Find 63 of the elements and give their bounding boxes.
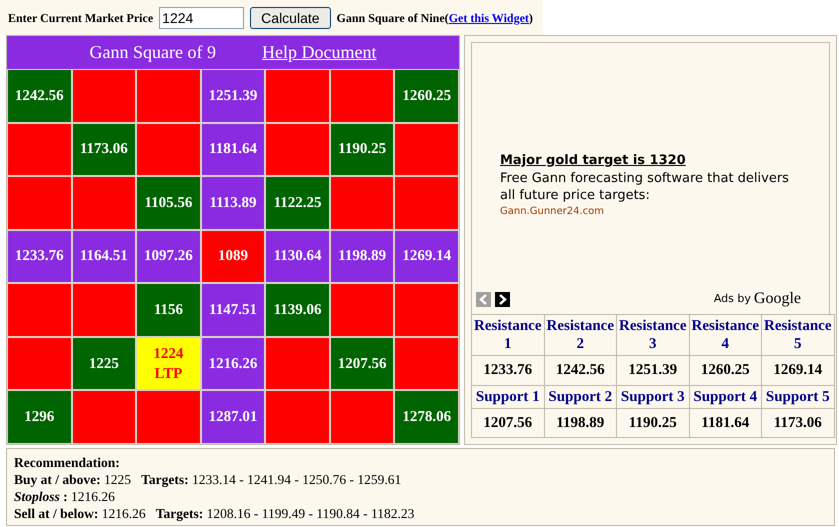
square-cell: 1233.76 (8, 230, 71, 282)
square-cell: 1139.06 (266, 284, 329, 336)
ads-by-label: Ads by (714, 290, 751, 307)
square-cell: 1190.25 (330, 124, 394, 176)
ad-url[interactable]: Gann.Gunner24.com (500, 204, 801, 220)
square-cell: 1173.06 (72, 124, 136, 176)
square-cell: 1287.01 (202, 391, 264, 443)
square-cell: 1278.06 (395, 391, 458, 443)
support-header: Support 2 (544, 385, 616, 408)
calculate-button[interactable]: Calculate (250, 6, 331, 28)
square-cell: 1130.64 (266, 230, 329, 282)
support-value: 1198.89 (544, 408, 616, 438)
square-cell: 1122.25 (266, 177, 329, 229)
resistance-value: 1251.39 (616, 356, 689, 385)
recommendation-line: Sell at / below: 1216.26 Targets: 1208.16 - 1199.49 - 1190.84 - 1182.23 (14, 505, 416, 522)
square-cell: 1164.51 (72, 230, 136, 282)
square-cell: 1296 (8, 391, 71, 443)
square-cell: 1260.25 (395, 70, 458, 122)
square-cell: 1147.51 (202, 284, 264, 336)
square-cell: 1225 (72, 338, 136, 390)
next-icon[interactable] (495, 292, 510, 306)
support-header: Support 3 (616, 385, 689, 408)
support-value: 1173.06 (762, 408, 834, 438)
recommendation-line: Stoploss : 1216.26 (14, 488, 116, 505)
support-header: Support 4 (689, 385, 762, 408)
square-cell: 1198.89 (330, 230, 394, 282)
square-cell: 1156 (137, 284, 200, 336)
ad-headline[interactable]: Major gold target is 1320 (500, 150, 801, 170)
google-logo: Google (754, 289, 801, 309)
square-cell: 1181.64 (202, 124, 264, 176)
support-value: 1181.64 (689, 408, 762, 438)
resistance-value: 1242.56 (544, 356, 616, 385)
resistance-header: Resistance 3 (616, 314, 689, 356)
support-header: Support 1 (472, 385, 544, 408)
ad-text: Free Gann forecasting software that delivers all future price targets: (500, 170, 790, 204)
square-title: Gann Square of 9 (90, 41, 216, 64)
square-cell: 1269.14 (395, 230, 458, 282)
square-cell: 1251.39 (202, 70, 264, 122)
recommendation-line: Buy at / above: 1225 Targets: 1233.14 - 1241.94 - 1250.76 - 1259.61 (14, 471, 402, 488)
square-cell: 1216.26 (202, 338, 264, 390)
resistance-header: Resistance 1 (472, 314, 544, 356)
square-cell: 1105.56 (137, 177, 200, 229)
resistance-header: Resistance 4 (689, 314, 762, 356)
resistance-header: Resistance 2 (544, 314, 616, 356)
support-header: Support 5 (762, 385, 834, 408)
support-value: 1207.56 (472, 408, 544, 438)
price-label: Enter Current Market Price (8, 10, 154, 26)
resistance-value: 1269.14 (762, 356, 834, 385)
square-cell: 1097.26 (137, 230, 200, 282)
square-cell: 1242.56 (8, 70, 71, 122)
price-field[interactable]: 1224 (159, 6, 244, 28)
square-cell: 1113.89 (202, 177, 264, 229)
support-value: 1190.25 (616, 408, 689, 438)
square-cell: 1089 (202, 230, 264, 282)
help-link[interactable]: Help Document (262, 39, 376, 66)
resistance-value: 1260.25 (689, 356, 762, 385)
widget-title: Gann Square of Nine(Get this Widget) (336, 10, 533, 26)
widget-link[interactable]: Get this Widget (448, 10, 529, 24)
resistance-header: Resistance 5 (762, 314, 834, 356)
recommendation-title: Recommendation: (14, 454, 121, 471)
square-cell: 1224 LTP (137, 338, 200, 390)
resistance-value: 1233.76 (472, 356, 544, 385)
square-cell: 1207.56 (330, 338, 394, 390)
